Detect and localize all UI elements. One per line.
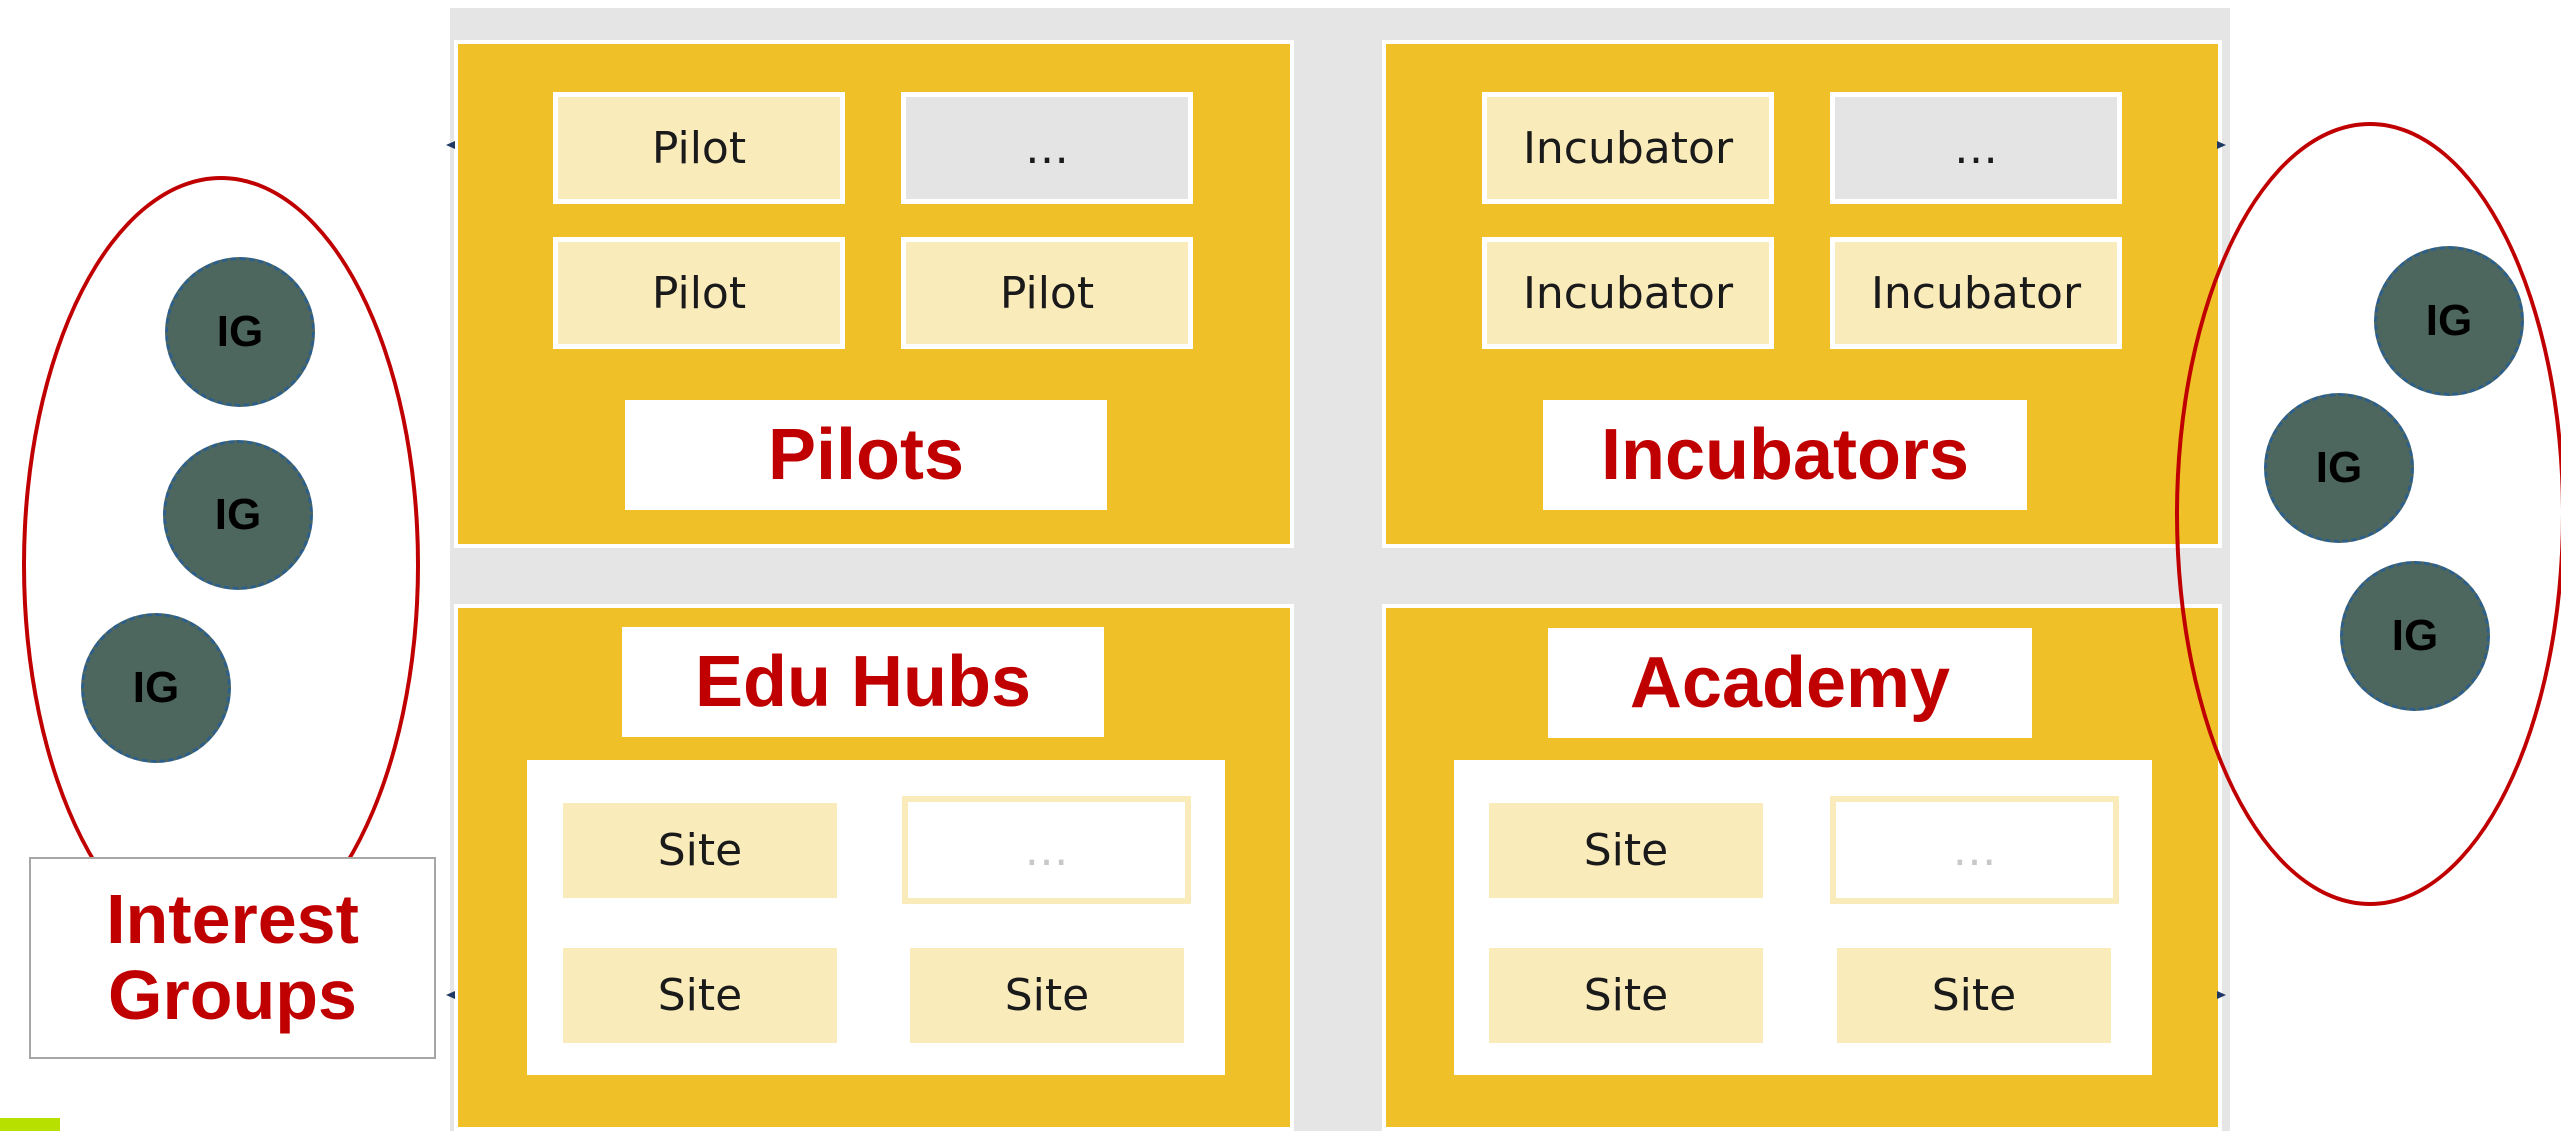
- corner-accent-bar: [0, 1118, 60, 1131]
- incubator-item: Incubator: [1482, 92, 1774, 204]
- ig-node: IG: [2374, 246, 2524, 396]
- left-bottom-arrowhead: [446, 991, 455, 999]
- incubator-item: Incubator: [1482, 237, 1774, 349]
- ig-node: IG: [2264, 393, 2414, 543]
- pilot-item: Pilot: [553, 92, 845, 204]
- interest-groups-label: Interest Groups: [29, 857, 436, 1059]
- edu-hub-site: Site: [910, 948, 1184, 1043]
- ig-node: IG: [2340, 561, 2490, 711]
- edu-hub-site-more: …: [902, 796, 1191, 904]
- ig-node: IG: [165, 257, 315, 407]
- academy-title: Academy: [1548, 628, 2032, 738]
- interest-groups-label-line2: Groups: [108, 956, 357, 1034]
- right-bottom-arrowhead: [2217, 991, 2226, 999]
- right-top-arrowhead: [2217, 141, 2226, 149]
- edu-hubs-title: Edu Hubs: [622, 627, 1104, 737]
- incubators-title: Incubators: [1543, 400, 2027, 510]
- ig-node: IG: [81, 613, 231, 763]
- pilots-title: Pilots: [625, 400, 1107, 510]
- left-top-arrowhead: [446, 141, 455, 149]
- interest-groups-label-line1: Interest: [106, 880, 359, 959]
- pilot-item: Pilot: [553, 237, 845, 349]
- pilot-item-more: …: [901, 92, 1193, 204]
- academy-site: Site: [1489, 948, 1763, 1043]
- academy-site: Site: [1489, 803, 1763, 898]
- academy-site-more: …: [1830, 796, 2119, 904]
- pilot-item: Pilot: [901, 237, 1193, 349]
- incubator-item-more: …: [1830, 92, 2122, 204]
- edu-hub-site: Site: [563, 803, 837, 898]
- ig-node: IG: [163, 440, 313, 590]
- edu-hub-site: Site: [563, 948, 837, 1043]
- academy-site: Site: [1837, 948, 2111, 1043]
- incubator-item: Incubator: [1830, 237, 2122, 349]
